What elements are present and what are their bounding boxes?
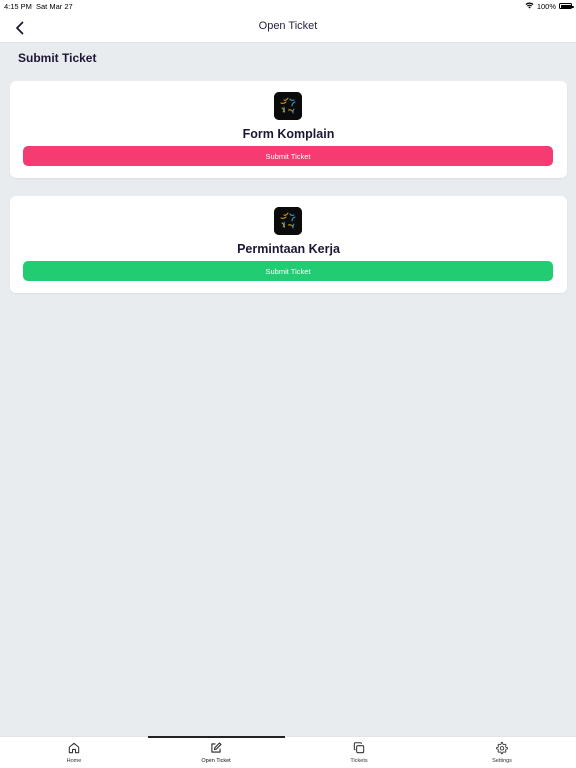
active-tab-indicator	[148, 736, 285, 738]
ticket-card-form-komplain: Form Komplain Submit Ticket	[10, 81, 567, 178]
tab-label: Tickets	[350, 758, 368, 764]
status-bar: 4:15 PM Sat Mar 27 100%	[0, 0, 576, 12]
card-title: Form Komplain	[242, 127, 335, 141]
navigation-bar: Open Ticket	[0, 12, 576, 43]
tab-label: Settings	[492, 758, 512, 764]
submit-ticket-button[interactable]: Submit Ticket	[23, 261, 553, 281]
status-indicators: 100%	[525, 1, 574, 11]
tab-bar: Home Open Ticket Tickets Settings	[0, 736, 576, 768]
copy-icon	[353, 742, 365, 754]
ticket-card-permintaan-kerja: Permintaan Kerja Submit Ticket	[10, 196, 567, 293]
tab-home[interactable]: Home	[44, 741, 104, 767]
tab-tickets[interactable]: Tickets	[329, 741, 389, 767]
app-logo-icon	[274, 207, 302, 235]
tab-open-ticket[interactable]: Open Ticket	[186, 741, 246, 767]
section-title: Submit Ticket	[18, 51, 97, 65]
tab-label: Home	[66, 758, 82, 764]
app-logo-icon	[274, 92, 302, 120]
wifi-icon	[525, 2, 534, 11]
tab-label: Open Ticket	[201, 758, 231, 764]
edit-icon	[211, 742, 222, 753]
page-title: Open Ticket	[258, 20, 318, 32]
home-icon	[68, 742, 80, 754]
status-time: 4:15 PM	[4, 2, 32, 11]
battery-percent: 100%	[536, 1, 556, 11]
status-date: Sat Mar 27	[36, 2, 73, 11]
card-title: Permintaan Kerja	[237, 242, 340, 256]
battery-icon	[559, 3, 574, 9]
tab-settings[interactable]: Settings	[472, 741, 532, 767]
gear-icon	[496, 741, 508, 755]
submit-ticket-button[interactable]: Submit Ticket	[23, 146, 553, 166]
